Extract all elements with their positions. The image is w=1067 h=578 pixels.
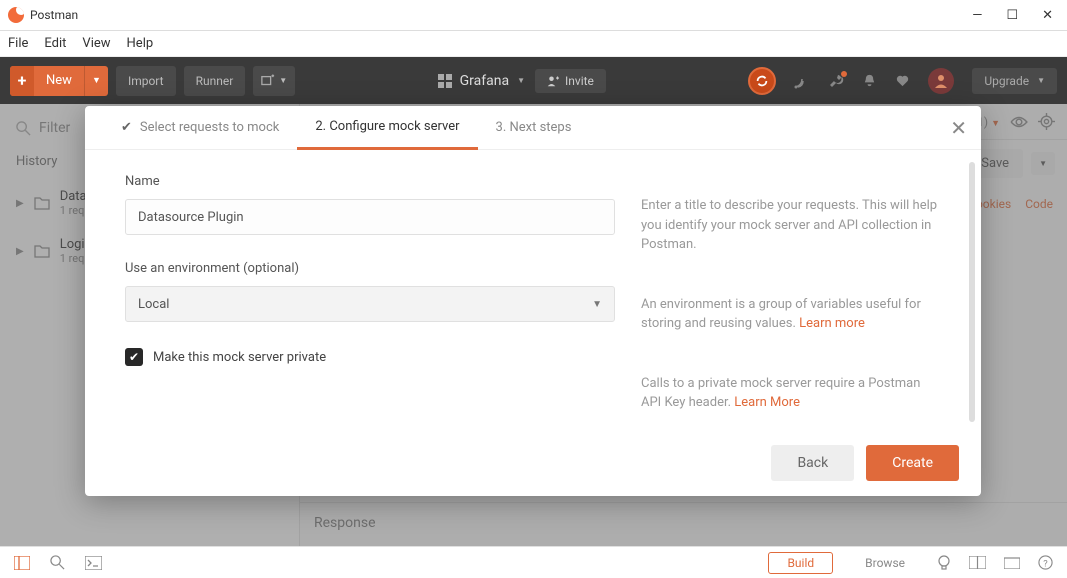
chevron-down-icon: ▼	[592, 299, 602, 310]
environment-value: Local	[138, 297, 169, 312]
main-toolbar: + New ▼ Import Runner ▼ Grafana ▼ Invite	[0, 57, 1067, 104]
heart-icon[interactable]	[895, 73, 910, 88]
step-2-label: 2. Configure mock server	[315, 119, 459, 134]
console-icon[interactable]	[85, 556, 102, 570]
minimize-button[interactable]: —	[972, 8, 982, 23]
person-icon	[933, 73, 949, 89]
svg-text:?: ?	[1043, 558, 1048, 569]
bell-icon[interactable]	[862, 73, 877, 88]
browse-tab[interactable]: Browse	[851, 553, 919, 573]
build-tab[interactable]: Build	[768, 552, 833, 574]
new-button[interactable]: + New ▼	[10, 66, 108, 96]
chevron-down-icon: ▼	[517, 76, 525, 85]
upgrade-label: Upgrade	[984, 74, 1029, 88]
create-mock-modal: ✔ Select requests to mock 2. Configure m…	[85, 106, 981, 496]
environment-description: An environment is a group of variables u…	[641, 295, 941, 334]
sync-icon	[755, 74, 769, 88]
invite-label: Invite	[565, 74, 594, 88]
menu-view[interactable]: View	[82, 36, 110, 51]
window-title: Postman	[30, 8, 78, 22]
name-label: Name	[125, 174, 615, 189]
environment-select[interactable]: Local ▼	[125, 286, 615, 322]
step-3-label: 3. Next steps	[496, 120, 572, 135]
maximize-button[interactable]: ☐	[1006, 8, 1018, 23]
modal-steps: ✔ Select requests to mock 2. Configure m…	[85, 106, 981, 150]
status-bar: Build Browse ?	[0, 546, 1067, 578]
plus-icon: +	[10, 66, 34, 96]
new-label: New	[34, 73, 84, 88]
environment-label: Use an environment (optional)	[125, 261, 615, 276]
find-icon[interactable]	[50, 555, 65, 570]
modal-footer: Back Create	[85, 430, 981, 496]
menu-bar: File Edit View Help	[0, 31, 1067, 57]
close-modal-button[interactable]: ✕	[950, 116, 967, 140]
help-icon[interactable]: ?	[1038, 555, 1053, 570]
workspace-name: Grafana	[460, 73, 509, 89]
keyboard-icon[interactable]	[1004, 556, 1020, 569]
bulb-icon[interactable]	[937, 555, 951, 571]
learn-more-link[interactable]: Learn More	[734, 395, 800, 410]
postman-logo-icon	[8, 7, 24, 23]
menu-help[interactable]: Help	[127, 36, 154, 51]
step-2[interactable]: 2. Configure mock server	[297, 106, 477, 150]
modal-body: Name Use an environment (optional) Local…	[85, 150, 981, 430]
step-3[interactable]: 3. Next steps	[478, 106, 590, 150]
name-input[interactable]	[125, 199, 615, 235]
satellite-icon[interactable]	[794, 73, 810, 89]
window-titlebar: Postman — ☐ ✕	[0, 0, 1067, 31]
create-button[interactable]: Create	[866, 445, 959, 481]
chevron-down-icon[interactable]: ▼	[84, 66, 108, 96]
user-avatar[interactable]	[928, 68, 954, 94]
sync-status-icon[interactable]	[748, 67, 776, 95]
invite-button[interactable]: Invite	[535, 69, 606, 93]
step-1-label: Select requests to mock	[140, 120, 279, 135]
step-1[interactable]: ✔ Select requests to mock	[103, 106, 297, 150]
learn-more-link[interactable]: Learn more	[799, 316, 865, 331]
sidebar-toggle-icon[interactable]	[14, 556, 30, 570]
runner-button[interactable]: Runner	[184, 66, 246, 96]
private-label: Make this mock server private	[153, 350, 326, 365]
grid-icon	[438, 74, 452, 88]
menu-edit[interactable]: Edit	[44, 36, 66, 51]
menu-file[interactable]: File	[8, 36, 28, 51]
window-plus-icon	[261, 74, 275, 88]
upgrade-button[interactable]: Upgrade ▼	[972, 68, 1057, 94]
new-window-button[interactable]: ▼	[253, 66, 295, 96]
checkbox-checked-icon[interactable]: ✔	[125, 348, 143, 366]
chevron-down-icon: ▼	[1037, 76, 1045, 85]
close-window-button[interactable]: ✕	[1042, 8, 1053, 23]
person-plus-icon	[547, 75, 559, 87]
private-description: Calls to a private mock server require a…	[641, 374, 941, 413]
back-button[interactable]: Back	[771, 445, 854, 481]
name-description: Enter a title to describe your requests.…	[641, 196, 941, 255]
wrench-icon[interactable]	[828, 73, 844, 89]
workspace-selector[interactable]: Grafana ▼	[438, 73, 525, 89]
private-checkbox-row[interactable]: ✔ Make this mock server private	[125, 348, 615, 366]
import-button[interactable]: Import	[116, 66, 176, 96]
check-icon: ✔	[121, 120, 132, 135]
two-pane-icon[interactable]	[969, 556, 986, 569]
